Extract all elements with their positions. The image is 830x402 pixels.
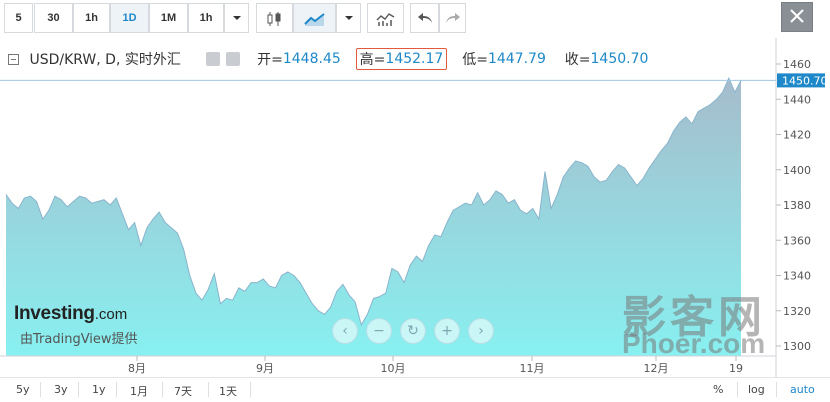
divider	[776, 382, 777, 397]
chevron-down-icon	[344, 16, 353, 20]
x-tick-label: 10月	[381, 362, 406, 375]
y-tick-label: 1440	[783, 93, 811, 106]
y-tick-label: 1360	[783, 234, 811, 247]
y-tick-label: 1340	[783, 270, 811, 283]
gear-icon[interactable]	[226, 52, 241, 66]
divider	[162, 382, 163, 397]
scroll-left-button[interactable]: ‹	[332, 318, 358, 344]
interval-1h-button[interactable]: 1h	[73, 3, 110, 33]
divider	[78, 382, 79, 397]
open-label: 开=	[257, 52, 283, 68]
watermark-en: Phoer.com	[622, 328, 766, 359]
y-tick-label: 1380	[783, 199, 811, 212]
interval-1m-button[interactable]: 1M	[149, 3, 188, 33]
interval-1h-alt-button[interactable]: 1h	[188, 3, 224, 33]
range-1d-button[interactable]: 1天	[219, 383, 237, 399]
line-chart-icon	[303, 13, 325, 26]
x-tick-label: 19	[729, 362, 743, 375]
undo-button[interactable]	[410, 3, 439, 33]
percent-toggle[interactable]: %	[713, 383, 723, 396]
plus-icon: +	[441, 323, 453, 339]
high-value: 1452.17	[385, 51, 444, 67]
y-tick-label: 1460	[783, 58, 811, 71]
redo-icon	[445, 13, 460, 23]
y-tick-label: 1420	[783, 129, 811, 142]
divider	[116, 382, 117, 397]
symbol-title: USD/KRW, D, 实时外汇	[29, 52, 181, 68]
range-1m-button[interactable]: 1月	[130, 383, 148, 399]
range-7d-button[interactable]: 7天	[174, 383, 192, 399]
logo-suffix: .com	[94, 306, 128, 323]
y-tick-label: 1320	[783, 305, 811, 318]
open-value: 1448.45	[282, 51, 341, 67]
close-label: 收=	[564, 52, 591, 68]
chart-type-candles-button[interactable]	[256, 3, 293, 33]
divider	[40, 382, 41, 397]
close-button[interactable]	[781, 2, 813, 32]
powered-by-link[interactable]: 由TradingView提供	[20, 328, 138, 347]
undo-icon	[417, 13, 432, 23]
scroll-right-button[interactable]: ›	[468, 318, 494, 344]
chevron-down-icon	[232, 16, 241, 20]
chevron-right-icon: ›	[478, 323, 484, 339]
chart-toolbar: 5 30 1h 1D 1M 1h	[0, 0, 830, 36]
auto-toggle[interactable]: auto	[790, 383, 815, 396]
close-icon	[790, 9, 804, 23]
y-axis[interactable]: 1300 1320 1340 1360 1380 1400 1420 1440 1460	[776, 58, 811, 353]
zoom-out-button[interactable]: −	[366, 318, 392, 344]
range-bar: 5y 3y 1y 1月 7天 1天 % log auto	[0, 377, 830, 402]
candlestick-icon	[267, 12, 280, 26]
close-value: 1450.70	[590, 51, 649, 67]
y-tick-label: 1400	[783, 164, 811, 177]
reset-icon: ↻	[407, 323, 419, 339]
low-label: 低=	[462, 52, 488, 68]
redo-button[interactable]	[439, 3, 466, 33]
y-tick-label: 1300	[783, 340, 811, 353]
chart-type-area-button[interactable]	[293, 3, 336, 33]
investing-logo[interactable]: Investing.com	[14, 303, 127, 325]
x-tick-label: 9月	[256, 362, 274, 375]
indicators-icon	[376, 13, 394, 26]
chart-type-dropdown-button[interactable]	[336, 3, 361, 33]
x-tick-label: 12月	[644, 362, 669, 375]
logo-main: Investing	[14, 303, 95, 324]
x-tick-label: 11月	[520, 362, 545, 375]
log-toggle[interactable]: log	[748, 383, 765, 396]
high-label: 高=	[359, 52, 386, 68]
high-group: 高=1452.17	[355, 48, 448, 70]
settings-icon[interactable]	[205, 52, 220, 66]
range-5y-button[interactable]: 5y	[16, 383, 30, 396]
divider	[250, 382, 251, 397]
interval-5-button[interactable]: 5	[4, 3, 33, 33]
indicators-button[interactable]	[367, 3, 404, 33]
low-value: 1447.79	[487, 51, 546, 67]
zoom-in-button[interactable]: +	[434, 318, 460, 344]
x-tick-label: 8月	[128, 362, 146, 375]
divider	[208, 382, 209, 397]
interval-1d-button[interactable]: 1D	[110, 3, 149, 33]
chevron-left-icon: ‹	[342, 323, 348, 339]
interval-dropdown-button[interactable]	[224, 3, 249, 33]
minus-icon: −	[373, 323, 385, 339]
range-3y-button[interactable]: 3y	[54, 383, 68, 396]
reset-button[interactable]: ↻	[400, 318, 426, 344]
range-1y-button[interactable]: 1y	[92, 383, 106, 396]
collapse-legend-icon[interactable]	[8, 53, 19, 65]
ohlc-legend: USD/KRW, D, 实时外汇 开=1448.45 高=1452.17 低=1…	[8, 48, 649, 70]
last-price-label: 1450.70	[782, 74, 828, 87]
interval-30-button[interactable]: 30	[34, 3, 73, 33]
divider	[737, 382, 738, 397]
